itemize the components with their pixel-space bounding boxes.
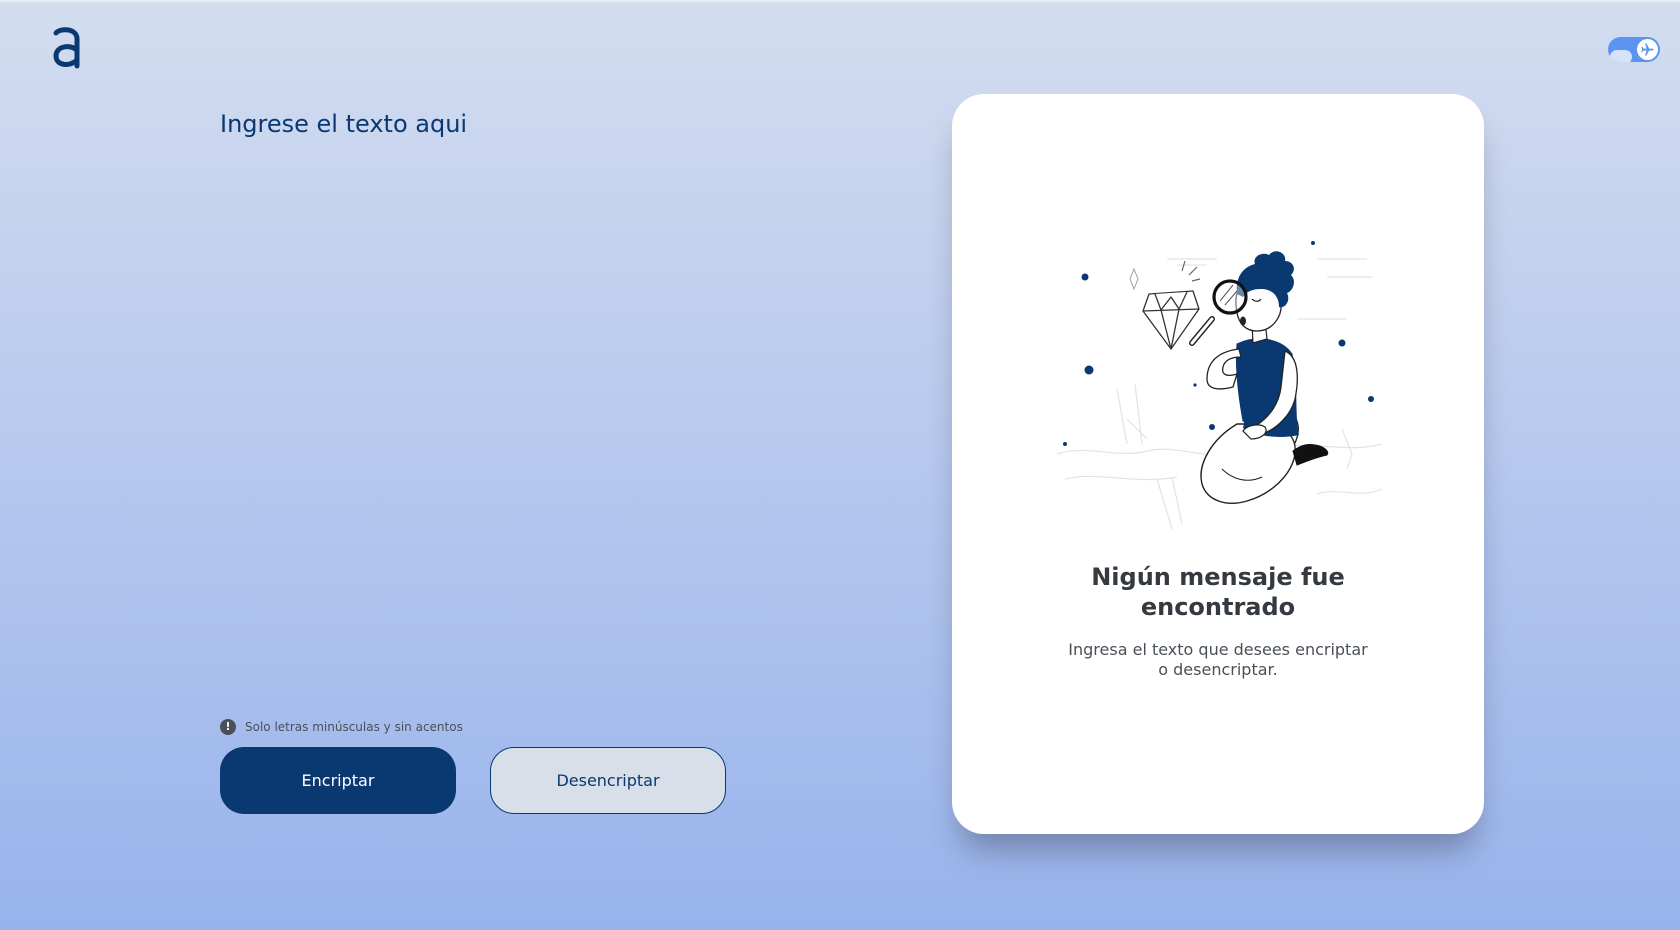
airplane-icon [1637, 39, 1658, 60]
input-hint: ! Solo letras minúsculas y sin acentos [220, 719, 463, 735]
exclamation-circle-icon: ! [220, 719, 236, 735]
empty-state-description: Ingresa el texto que desees encriptar o … [1068, 640, 1368, 679]
decrypt-button[interactable]: Desencriptar [490, 747, 726, 814]
person-inspecting-diamond-illustration [1047, 239, 1392, 539]
hint-text: Solo letras minúsculas y sin acentos [245, 720, 463, 734]
cloud-icon [1610, 50, 1632, 62]
output-card: Nigún mensaje fue encontrado Ingresa el … [952, 94, 1484, 834]
encrypt-button[interactable]: Encriptar [220, 747, 456, 814]
message-input[interactable] [220, 110, 720, 690]
empty-state-title: Nigún mensaje fue encontrado [1091, 563, 1345, 621]
alura-logo-icon[interactable] [52, 26, 82, 70]
theme-toggle[interactable] [1608, 37, 1660, 62]
